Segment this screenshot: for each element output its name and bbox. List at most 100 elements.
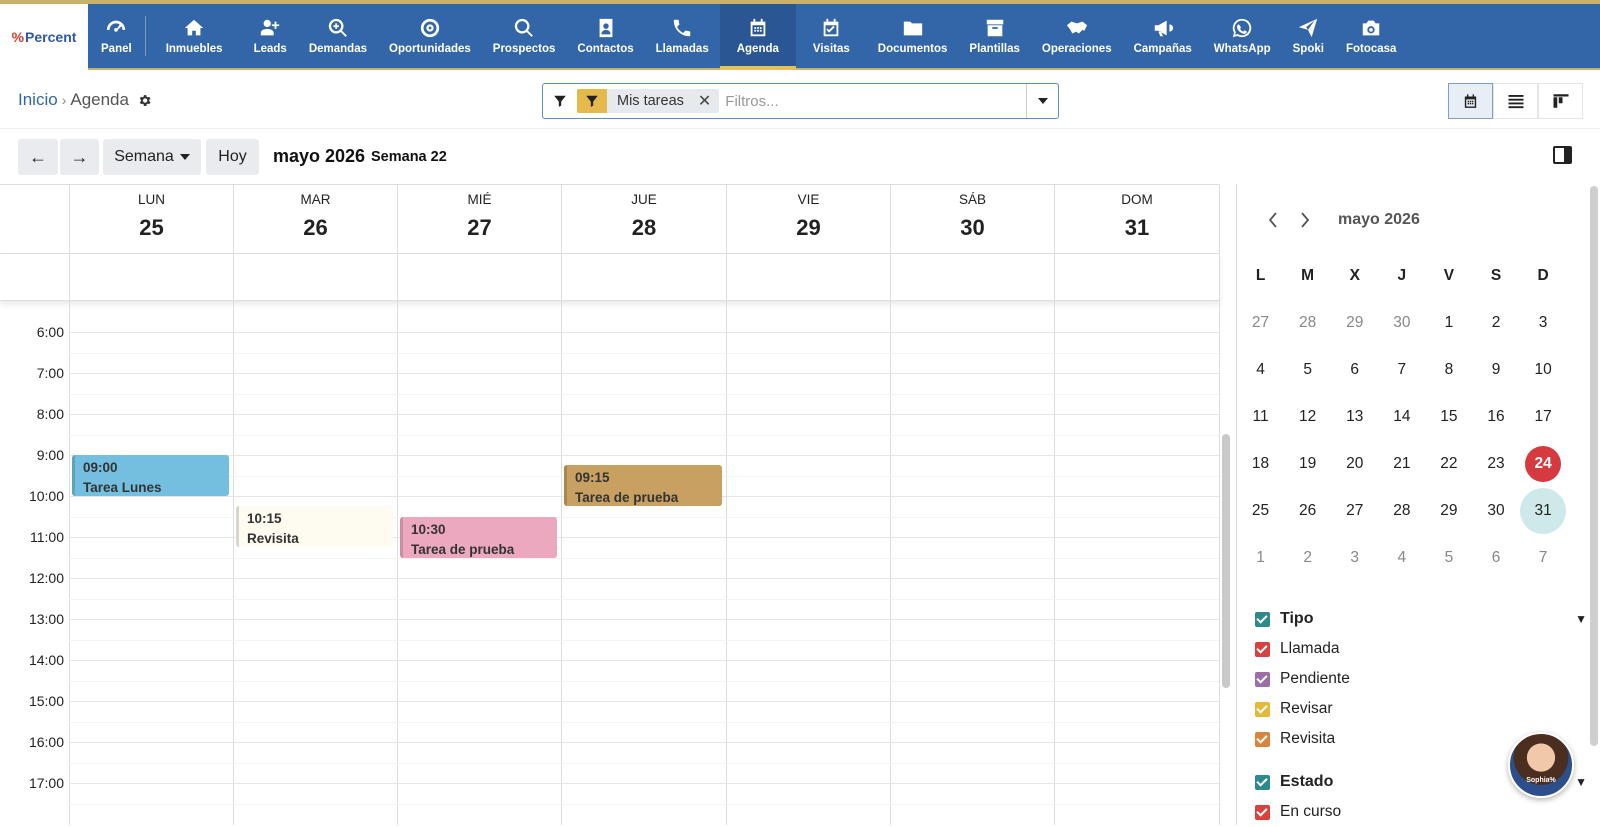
mini-day[interactable]: 5 xyxy=(1425,549,1472,567)
percent-logo[interactable]: % Percent xyxy=(0,4,88,70)
legend-item[interactable]: Llamada xyxy=(1255,634,1595,664)
today-button[interactable]: Hoy xyxy=(206,139,259,175)
nav-item-visitas[interactable]: Visitas xyxy=(796,4,867,68)
mini-day[interactable]: 28 xyxy=(1378,502,1425,520)
mini-day[interactable]: 21 xyxy=(1378,455,1425,473)
legend-item[interactable]: Revisar xyxy=(1255,694,1595,724)
nav-item-whatsapp[interactable]: WhatsApp xyxy=(1203,4,1282,68)
mini-day[interactable]: 27 xyxy=(1331,502,1378,520)
nav-item-oportunidades[interactable]: Oportunidades xyxy=(378,4,482,68)
day-header[interactable]: MIÉ 27 xyxy=(397,185,561,253)
legend-group-tipo[interactable]: Tipo ▼ xyxy=(1255,604,1595,634)
checkbox[interactable] xyxy=(1255,611,1270,627)
mini-day[interactable]: 1 xyxy=(1237,549,1284,567)
calendar-event[interactable]: 09:00 Tarea Lunes xyxy=(72,455,229,496)
calendar-scrollbar[interactable] xyxy=(1222,434,1230,688)
mini-day[interactable]: 29 xyxy=(1331,314,1378,332)
mini-day[interactable]: 20 xyxy=(1331,455,1378,473)
mini-day[interactable]: 16 xyxy=(1472,408,1519,426)
mini-day[interactable]: 23 xyxy=(1472,455,1519,473)
mini-day[interactable]: 2 xyxy=(1472,314,1519,332)
calendar-event[interactable]: 10:15 Revisita xyxy=(236,506,393,548)
kanban-view-button[interactable] xyxy=(1538,83,1583,119)
close-icon[interactable]: ✕ xyxy=(698,91,711,111)
mini-day[interactable]: 24 xyxy=(1520,445,1567,482)
nav-item-operaciones[interactable]: Operaciones xyxy=(1031,4,1123,68)
nav-item-fotocasa[interactable]: Fotocasa xyxy=(1335,4,1408,68)
checkbox[interactable] xyxy=(1255,671,1270,687)
checkbox[interactable] xyxy=(1255,701,1270,717)
mini-day[interactable]: 30 xyxy=(1378,314,1425,332)
mini-day[interactable]: 26 xyxy=(1284,502,1331,520)
caret-down-icon[interactable]: ▼ xyxy=(1575,775,1587,789)
nav-item-campanas[interactable]: Campañas xyxy=(1123,4,1203,68)
day-header[interactable]: VIE 29 xyxy=(726,185,890,253)
side-panel-scrollbar[interactable] xyxy=(1590,186,1598,746)
list-view-button[interactable] xyxy=(1493,83,1538,119)
mini-day[interactable]: 17 xyxy=(1520,408,1567,426)
gear-icon[interactable] xyxy=(137,93,152,108)
mini-day[interactable]: 14 xyxy=(1378,408,1425,426)
mini-day[interactable]: 8 xyxy=(1425,361,1472,379)
day-header[interactable]: DOM 31 xyxy=(1054,185,1219,253)
mini-day[interactable]: 6 xyxy=(1331,361,1378,379)
mini-day[interactable]: 10 xyxy=(1520,361,1567,379)
mini-day[interactable]: 18 xyxy=(1237,455,1284,473)
mini-day[interactable]: 30 xyxy=(1472,502,1519,520)
nav-item-llamadas[interactable]: Llamadas xyxy=(645,4,720,68)
nav-item-contactos[interactable]: Contactos xyxy=(566,4,644,68)
nav-item-panel[interactable]: Panel xyxy=(88,4,145,68)
view-select-button[interactable]: Semana xyxy=(103,139,201,175)
calendar-event[interactable]: 10:30 Tarea de prueba xyxy=(400,516,557,558)
mini-day[interactable]: 4 xyxy=(1378,549,1425,567)
nav-item-leads[interactable]: Leads xyxy=(243,4,298,68)
checkbox[interactable] xyxy=(1255,774,1270,790)
mini-day[interactable]: 1 xyxy=(1425,314,1472,332)
mini-day[interactable]: 15 xyxy=(1425,408,1472,426)
checkbox[interactable] xyxy=(1255,641,1270,657)
chevron-left-icon[interactable] xyxy=(1268,212,1278,228)
mini-day[interactable]: 3 xyxy=(1331,549,1378,567)
mini-day[interactable]: 5 xyxy=(1284,361,1331,379)
nav-item-plantillas[interactable]: Plantillas xyxy=(958,4,1031,68)
mini-day[interactable]: 19 xyxy=(1284,455,1331,473)
mini-day[interactable]: 25 xyxy=(1237,502,1284,520)
mini-day[interactable]: 9 xyxy=(1472,361,1519,379)
mini-day[interactable]: 13 xyxy=(1331,408,1378,426)
legend-item[interactable]: En curso xyxy=(1255,797,1595,827)
mini-day[interactable]: 11 xyxy=(1237,408,1284,426)
mini-day[interactable]: 6 xyxy=(1472,549,1519,567)
day-header[interactable]: LUN 25 xyxy=(69,185,233,253)
nav-item-spoki[interactable]: Spoki xyxy=(1282,4,1335,68)
mini-day[interactable]: 7 xyxy=(1378,361,1425,379)
mini-day[interactable]: 28 xyxy=(1284,314,1331,332)
mini-day[interactable]: 4 xyxy=(1237,361,1284,379)
legend-item[interactable]: Pendiente xyxy=(1255,664,1595,694)
day-header[interactable]: JUE 28 xyxy=(561,185,726,253)
prev-week-button[interactable]: ← xyxy=(18,139,58,175)
next-week-button[interactable]: → xyxy=(60,139,99,175)
mini-day[interactable]: 7 xyxy=(1520,549,1567,567)
side-panel-toggle-icon[interactable] xyxy=(1553,146,1572,164)
filter-chip-mis-tareas[interactable]: Mis tareas ✕ xyxy=(577,89,720,113)
nav-item-agenda[interactable]: Agenda xyxy=(719,4,797,70)
filter-input[interactable] xyxy=(725,92,1016,110)
assistant-avatar[interactable]: Sophia% xyxy=(1508,732,1574,798)
caret-down-icon[interactable]: ▼ xyxy=(1575,612,1587,626)
checkbox[interactable] xyxy=(1255,731,1270,747)
mini-day[interactable]: 2 xyxy=(1284,549,1331,567)
nav-item-inmuebles[interactable]: Inmuebles xyxy=(146,4,243,68)
checkbox[interactable] xyxy=(1255,804,1270,820)
breadcrumb-home-link[interactable]: Inicio xyxy=(18,90,58,110)
filter-dropdown-button[interactable] xyxy=(1026,84,1058,118)
mini-day[interactable]: 29 xyxy=(1425,502,1472,520)
mini-day[interactable]: 12 xyxy=(1284,408,1331,426)
day-header[interactable]: MAR 26 xyxy=(233,185,397,253)
chevron-right-icon[interactable] xyxy=(1300,212,1310,228)
calendar-view-button[interactable] xyxy=(1448,83,1493,119)
mini-day[interactable]: 31 xyxy=(1520,487,1567,534)
nav-item-prospectos[interactable]: Prospectos xyxy=(482,4,567,68)
nav-item-demandas[interactable]: Demandas xyxy=(298,4,378,68)
day-header[interactable]: SÁB 30 xyxy=(890,185,1054,253)
all-day-row[interactable] xyxy=(0,253,1220,301)
